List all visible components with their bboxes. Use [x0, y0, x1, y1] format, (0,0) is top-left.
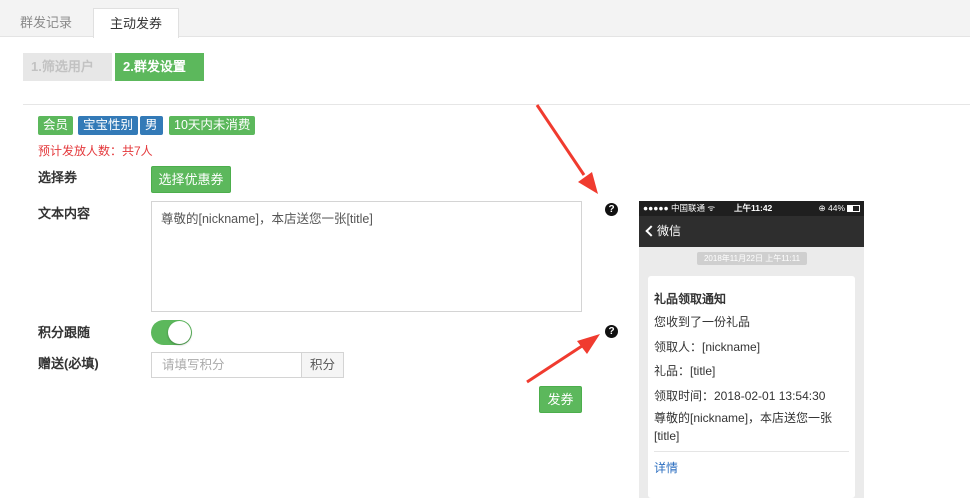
details-link: 详情	[654, 461, 679, 475]
carrier-text: ●●●●● 中国联通 ᯤ	[643, 203, 716, 213]
battery-percent: ⊕ 44%	[818, 203, 846, 213]
notification-card: 礼品领取通知 您收到了一份礼品 领取人：[nickname] 礼品：[title…	[648, 276, 855, 498]
tag-no-consumption: 10天内未消费	[169, 116, 256, 135]
tab-active-coupon[interactable]: 主动发券	[93, 8, 179, 38]
gift-points-label: 赠送(必填)	[38, 356, 99, 371]
card-line-received: 您收到了一份礼品	[654, 315, 751, 329]
tab-send-records[interactable]: 群发记录	[0, 8, 92, 38]
points-follow-label: 积分跟随	[38, 325, 91, 340]
tag-member: 会员	[38, 116, 74, 135]
coupon-label: 选择券	[38, 170, 78, 185]
tag-baby-gender: 宝宝性别	[78, 116, 139, 135]
tab-bar: 群发记录 主动发券	[0, 0, 970, 38]
text-content-textarea[interactable]: 尊敬的[nickname]，本店送您一张[title]	[151, 201, 582, 312]
question-icon[interactable]: ?	[605, 203, 618, 216]
question-icon[interactable]: ?	[605, 325, 618, 338]
gift-points-input[interactable]: 请填写积分	[151, 352, 302, 378]
phone-status-bar: ●●●●● 中国联通 ᯤ 上午11:42 ⊕ 44%	[639, 201, 864, 216]
page: 群发记录 主动发券 1.筛选用户 2.群发设置 会员 宝宝性别 男 10天内未消…	[0, 0, 970, 502]
battery-icon	[847, 205, 860, 212]
chevron-left-icon	[645, 225, 657, 237]
points-follow-toggle[interactable]	[151, 320, 192, 345]
card-line-time: 领取时间：2018-02-01 13:54:30	[654, 389, 826, 403]
status-time: 上午11:42	[734, 203, 773, 213]
step-send-settings[interactable]: 2.群发设置	[115, 53, 204, 81]
card-line-recipient: 领取人：[nickname]	[654, 340, 761, 354]
card-line-gift: 礼品：[title]	[654, 364, 716, 378]
nav-back-label: 微信	[657, 224, 682, 238]
card-title: 礼品领取通知	[654, 292, 727, 306]
estimate-count: 预计发放人数：共7人	[38, 144, 153, 158]
card-content: 尊敬的[nickname]，本店送您一张[title]	[654, 411, 833, 443]
card-divider	[654, 451, 849, 452]
tag-male: 男	[140, 116, 163, 135]
text-content-label: 文本内容	[38, 206, 91, 221]
send-coupon-button[interactable]: 发券	[539, 386, 582, 413]
phone-preview: ●●●●● 中国联通 ᯤ 上午11:42 ⊕ 44% 微信 2018年11月22…	[639, 201, 864, 498]
message-date: 2018年11月22日 上午11:11	[697, 252, 807, 265]
toggle-knob	[168, 321, 191, 344]
arrow-to-upper-help-icon	[535, 104, 598, 194]
select-coupon-button[interactable]: 选择优惠券	[151, 166, 231, 193]
phone-nav-bar: 微信	[639, 216, 864, 247]
arrow-to-lower-help-icon	[526, 334, 600, 384]
section-divider	[23, 104, 970, 105]
step-filter-users[interactable]: 1.筛选用户	[23, 53, 112, 81]
points-unit-addon: 积分	[301, 352, 344, 378]
